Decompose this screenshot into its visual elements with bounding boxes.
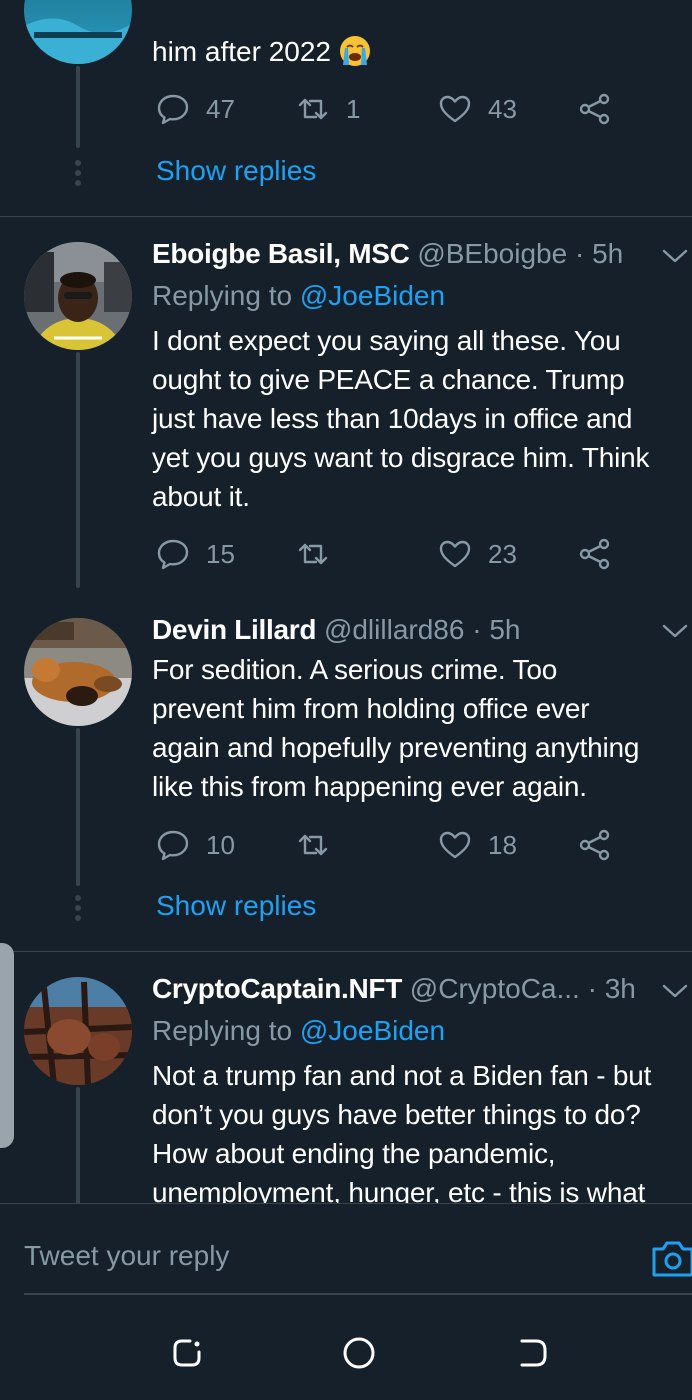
reply-count: 15 [206, 538, 235, 569]
share-icon [579, 538, 610, 570]
system-navigation-bar [0, 1306, 692, 1400]
show-replies-link[interactable]: Show replies [156, 890, 316, 922]
chevron-down-icon[interactable] [660, 619, 690, 643]
chevron-down-icon[interactable] [660, 244, 690, 268]
separator: · [472, 614, 482, 645]
author-name[interactable]: Devin Lillard [152, 614, 316, 645]
tweet-body-tail: him after 2022 [152, 36, 331, 67]
tweet-text: I dont expect you saying all these. You … [152, 325, 650, 512]
avatar[interactable] [24, 242, 132, 350]
avatar[interactable] [24, 0, 132, 64]
like-button[interactable]: 18 [438, 828, 517, 862]
thread-line [76, 352, 80, 588]
share-button[interactable] [578, 92, 612, 126]
edge-panel-handle[interactable] [0, 943, 14, 1148]
retweet-icon [298, 834, 328, 856]
author-handle[interactable]: @BEboigbe [417, 238, 567, 269]
mention-link[interactable]: @JoeBiden [300, 280, 445, 311]
share-button[interactable] [578, 828, 612, 862]
replying-to-prefix: Replying to [152, 1015, 293, 1046]
reply-composer: Tweet your reply [0, 1203, 692, 1306]
reply-icon [157, 94, 189, 125]
camera-icon[interactable] [650, 1237, 692, 1281]
separator: · [587, 973, 597, 1004]
tweet-header: Eboigbe Basil, MSC @BEboigbe · 5h [152, 237, 652, 271]
author-name[interactable]: CryptoCaptain.NFT [152, 973, 402, 1004]
retweet-button[interactable] [296, 828, 346, 862]
tweet-text: Not a trump fan and not a Biden fan - bu… [152, 1060, 652, 1203]
retweet-icon [298, 98, 328, 120]
thread-line [76, 66, 80, 148]
mention-link[interactable]: @JoeBiden [300, 1015, 445, 1046]
loudly-crying-face-icon [339, 35, 371, 67]
author-handle[interactable]: @CryptoCa... [410, 973, 580, 1004]
reply-input[interactable]: Tweet your reply [24, 1240, 229, 1272]
tweet-text: him after 2022 [152, 34, 371, 70]
input-underline [24, 1293, 692, 1295]
divider [0, 216, 692, 217]
reply-icon [157, 830, 189, 861]
reply-button[interactable]: 15 [156, 537, 235, 571]
separator: · [574, 238, 585, 269]
heart-icon [439, 95, 471, 123]
thread-line [76, 1087, 80, 1203]
tweet-header: Devin Lillard @dlillard86 · 5h [152, 613, 652, 647]
retweet-count: 1 [346, 93, 361, 124]
author-name[interactable]: Eboigbe Basil, MSC [152, 238, 410, 269]
home-icon[interactable] [342, 1336, 376, 1370]
like-button[interactable]: 43 [438, 92, 517, 126]
thread-line [76, 728, 80, 886]
timestamp: 5h [592, 238, 624, 269]
reply-button[interactable]: 10 [156, 828, 235, 862]
heart-icon [439, 540, 471, 568]
reply-feed[interactable]: him after 2022 47 1 43 Show replies Eboi… [0, 0, 692, 1203]
reply-count: 47 [206, 93, 235, 124]
reply-count: 10 [206, 829, 235, 860]
share-icon [579, 93, 610, 125]
share-button[interactable] [578, 537, 612, 571]
retweet-icon [298, 543, 328, 565]
like-button[interactable]: 23 [438, 537, 517, 571]
thread-dots [74, 895, 82, 925]
reply-icon [157, 539, 189, 570]
retweet-button[interactable] [296, 537, 346, 571]
back-icon[interactable] [516, 1336, 550, 1370]
chevron-down-icon[interactable] [660, 979, 690, 1003]
avatar[interactable] [24, 977, 132, 1085]
like-count: 43 [488, 93, 517, 124]
reply-button[interactable]: 47 [156, 92, 235, 126]
show-replies-link[interactable]: Show replies [156, 155, 316, 187]
share-icon [579, 829, 610, 861]
replying-to: Replying to @JoeBiden [152, 1014, 445, 1048]
thread-dots [74, 160, 82, 190]
timestamp: 3h [604, 973, 636, 1004]
recent-apps-icon[interactable] [170, 1336, 204, 1370]
heart-icon [439, 831, 471, 859]
like-count: 18 [488, 829, 517, 860]
replying-to: Replying to @JoeBiden [152, 279, 445, 313]
replying-to-prefix: Replying to [152, 280, 293, 311]
tweet-text: For sedition. A serious crime. Too preve… [152, 654, 640, 802]
retweet-button[interactable]: 1 [296, 92, 360, 126]
avatar[interactable] [24, 618, 132, 726]
like-count: 23 [488, 538, 517, 569]
author-handle[interactable]: @dlillard86 [324, 614, 465, 645]
timestamp: 5h [489, 614, 521, 645]
tweet-header: CryptoCaptain.NFT @CryptoCa... · 3h [152, 972, 652, 1006]
divider [0, 951, 692, 952]
